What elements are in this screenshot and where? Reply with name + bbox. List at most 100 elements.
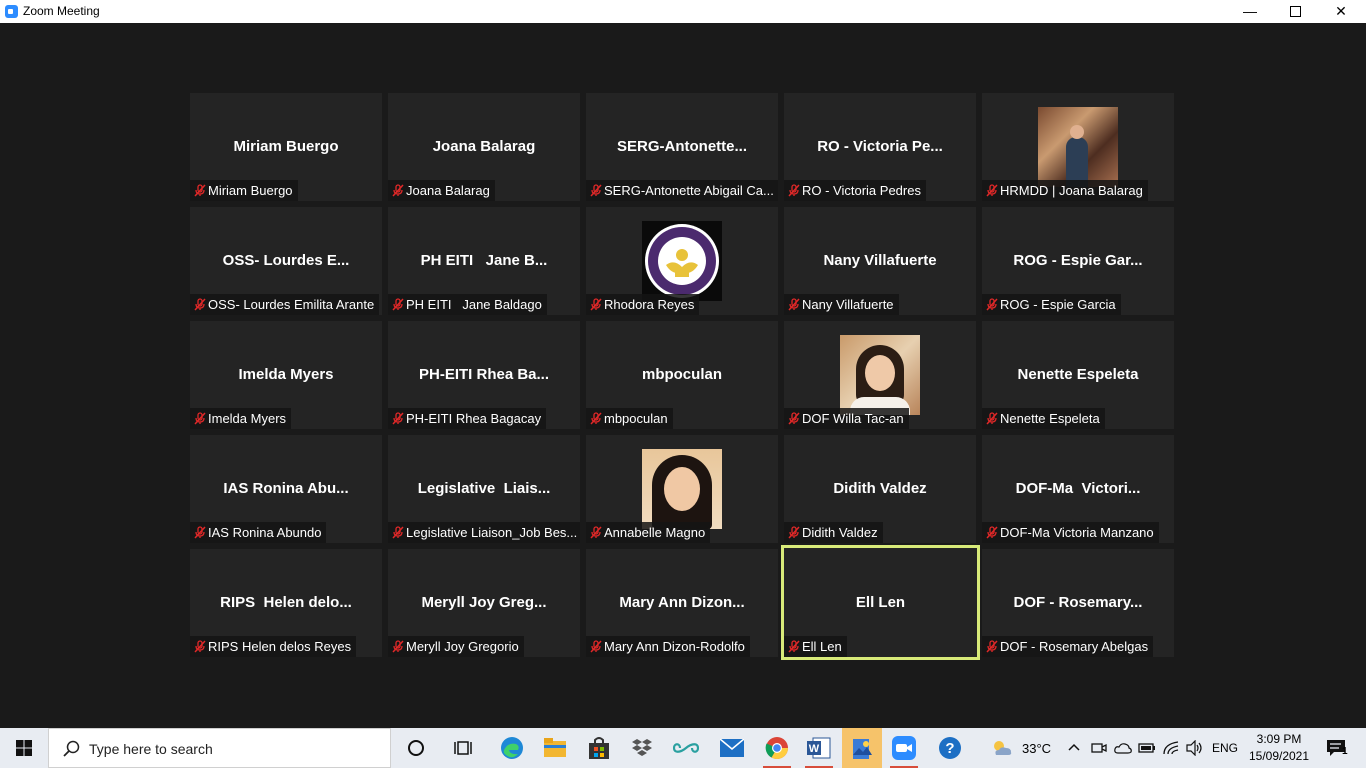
participant-photo: [840, 335, 920, 415]
infinity-app[interactable]: [666, 728, 706, 768]
participant-name-bar: DOF - Rosemary Abelgas: [982, 636, 1154, 657]
participant-tile[interactable]: DOF Willa Tac-an: [784, 321, 976, 429]
participant-tile[interactable]: OSS- Lourdes E... OSS- Lourdes Emilita A…: [190, 207, 382, 315]
participant-tile[interactable]: ROG - Espie Gar... ROG - Espie Garcia: [982, 207, 1174, 315]
cloud-icon: [1114, 743, 1132, 754]
muted-mic-icon: [784, 522, 802, 543]
muted-mic-icon: [388, 294, 406, 315]
participant-display-name: Meryll Joy Greg...: [421, 594, 547, 611]
participant-tile[interactable]: Joana Balarag Joana Balarag: [388, 93, 580, 201]
participant-tile[interactable]: IAS Ronina Abu... IAS Ronina Abundo: [190, 435, 382, 543]
muted-mic-icon: [982, 180, 1000, 201]
participant-name-bar: RIPS Helen delos Reyes: [190, 636, 357, 657]
participant-name-bar: Legislative Liaison_Job Bes...: [388, 522, 580, 543]
camera-icon: [1091, 743, 1107, 753]
store-bag-icon: [589, 737, 609, 759]
participant-tile[interactable]: Rhodora Reyes: [586, 207, 778, 315]
close-button[interactable]: ✕: [1318, 0, 1364, 23]
mail-app[interactable]: [712, 728, 752, 768]
photos-icon: [853, 739, 872, 759]
participant-display-name: Nenette Espeleta: [1017, 366, 1139, 383]
word-app[interactable]: W: [799, 728, 839, 768]
tray-clock[interactable]: 3:09 PM 15/09/2021: [1244, 728, 1312, 768]
tray-volume[interactable]: [1184, 728, 1206, 768]
restore-button[interactable]: [1272, 0, 1318, 23]
taskbar-search-box[interactable]: Type here to search: [48, 728, 391, 768]
dropbox-app[interactable]: [623, 728, 663, 768]
help-app[interactable]: ?: [930, 728, 970, 768]
dropbox-icon: [632, 739, 652, 756]
cortana-button[interactable]: [396, 728, 436, 768]
muted-mic-icon: [982, 522, 1000, 543]
participant-tile[interactable]: DOF-Ma Victori... DOF-Ma Victoria Manzan…: [982, 435, 1174, 543]
chrome-app[interactable]: [757, 728, 797, 768]
participant-name-bar: PH-EITI Rhea Bagacay: [388, 408, 547, 429]
participant-tile[interactable]: RIPS Helen delo... RIPS Helen delos Reye…: [190, 549, 382, 657]
window-title: Zoom Meeting: [23, 4, 100, 18]
department-of-finance-seal-logo: [642, 221, 722, 301]
participant-tile[interactable]: Mary Ann Dizon... Mary Ann Dizon-Rodolfo: [586, 549, 778, 657]
participant-name-bar: Joana Balarag: [388, 180, 495, 201]
action-center-button[interactable]: 1: [1318, 728, 1358, 768]
tray-battery[interactable]: [1137, 728, 1157, 768]
participant-name-bar: Nany Villafuerte: [784, 294, 899, 315]
participant-tile[interactable]: PH EITI Jane B... PH EITI Jane Baldago: [388, 207, 580, 315]
file-explorer-app[interactable]: [535, 728, 575, 768]
weather-widget[interactable]: 33°C: [988, 728, 1060, 768]
edge-app[interactable]: [492, 728, 532, 768]
participant-tile[interactable]: Legislative Liais... Legislative Liaison…: [388, 435, 580, 543]
participant-name-bar: DOF Willa Tac-an: [784, 408, 909, 429]
zoom-app[interactable]: [884, 728, 924, 768]
mail-envelope-icon: [720, 739, 744, 757]
participant-name-label: RO - Victoria Pedres: [802, 183, 921, 198]
participant-name-bar: Ell Len: [784, 636, 847, 657]
participant-name-label: Rhodora Reyes: [604, 297, 695, 312]
weather-cloud-sun-icon: [994, 741, 1012, 755]
folder-icon: [544, 738, 566, 757]
participant-tile[interactable]: Nany Villafuerte Nany Villafuerte: [784, 207, 976, 315]
tray-meet-now[interactable]: [1088, 728, 1108, 768]
participant-tile[interactable]: Annabelle Magno: [586, 435, 778, 543]
help-question-icon: ?: [939, 737, 961, 759]
participant-tile[interactable]: RO - Victoria Pe... RO - Victoria Pedres: [784, 93, 976, 201]
participant-tile[interactable]: Imelda Myers Imelda Myers: [190, 321, 382, 429]
participant-name-bar: Meryll Joy Gregorio: [388, 636, 524, 657]
participant-tile[interactable]: Meryll Joy Greg... Meryll Joy Gregorio: [388, 549, 580, 657]
participant-name-label: RIPS Helen delos Reyes: [208, 639, 352, 654]
participant-name-bar: Didith Valdez: [784, 522, 883, 543]
participant-name-bar: SERG-Antonette Abigail Ca...: [586, 180, 778, 201]
participant-name-bar: RO - Victoria Pedres: [784, 180, 926, 201]
participant-tile[interactable]: Didith Valdez Didith Valdez: [784, 435, 976, 543]
edge-browser-icon: [501, 737, 523, 759]
show-hidden-icons-button[interactable]: [1064, 728, 1084, 768]
participant-name-label: Ell Len: [802, 639, 842, 654]
task-view-button[interactable]: [443, 728, 483, 768]
minimize-button[interactable]: —: [1227, 0, 1273, 23]
zoom-video-icon: [892, 736, 916, 760]
start-button[interactable]: [0, 728, 48, 768]
participant-tile[interactable]: mbpoculan mbpoculan: [586, 321, 778, 429]
participant-name-label: PH-EITI Rhea Bagacay: [406, 411, 542, 426]
participant-tile[interactable]: PH-EITI Rhea Ba... PH-EITI Rhea Bagacay: [388, 321, 580, 429]
participant-tile[interactable]: HRMDD | Joana Balarag: [982, 93, 1174, 201]
participant-tile[interactable]: Miriam Buergo Miriam Buergo: [190, 93, 382, 201]
participant-tile[interactable]: DOF - Rosemary... DOF - Rosemary Abelgas: [982, 549, 1174, 657]
tray-onedrive[interactable]: [1112, 728, 1134, 768]
participant-name-bar: Annabelle Magno: [586, 522, 711, 543]
photos-app[interactable]: [842, 728, 882, 768]
tray-wifi[interactable]: [1161, 728, 1181, 768]
participant-name-label: IAS Ronina Abundo: [208, 525, 322, 540]
participant-tile[interactable]: Nenette Espeleta Nenette Espeleta: [982, 321, 1174, 429]
clock-date: 15/09/2021: [1248, 749, 1310, 763]
weather-temperature: 33°C: [1022, 741, 1052, 756]
participant-tile[interactable]: SERG-Antonette... SERG-Antonette Abigail…: [586, 93, 778, 201]
participant-name-label: Meryll Joy Gregorio: [406, 639, 519, 654]
muted-mic-icon: [190, 180, 208, 201]
participant-name-bar: Mary Ann Dizon-Rodolfo: [586, 636, 750, 657]
participant-tile-active-speaker[interactable]: Ell Len Ell Len: [781, 545, 980, 660]
participant-name-label: Nany Villafuerte: [802, 297, 894, 312]
participant-name-label: Miriam Buergo: [208, 183, 293, 198]
tray-language[interactable]: ENG: [1208, 728, 1240, 768]
microsoft-store-app[interactable]: [579, 728, 619, 768]
participant-name-label: SERG-Antonette Abigail Ca...: [604, 183, 774, 198]
